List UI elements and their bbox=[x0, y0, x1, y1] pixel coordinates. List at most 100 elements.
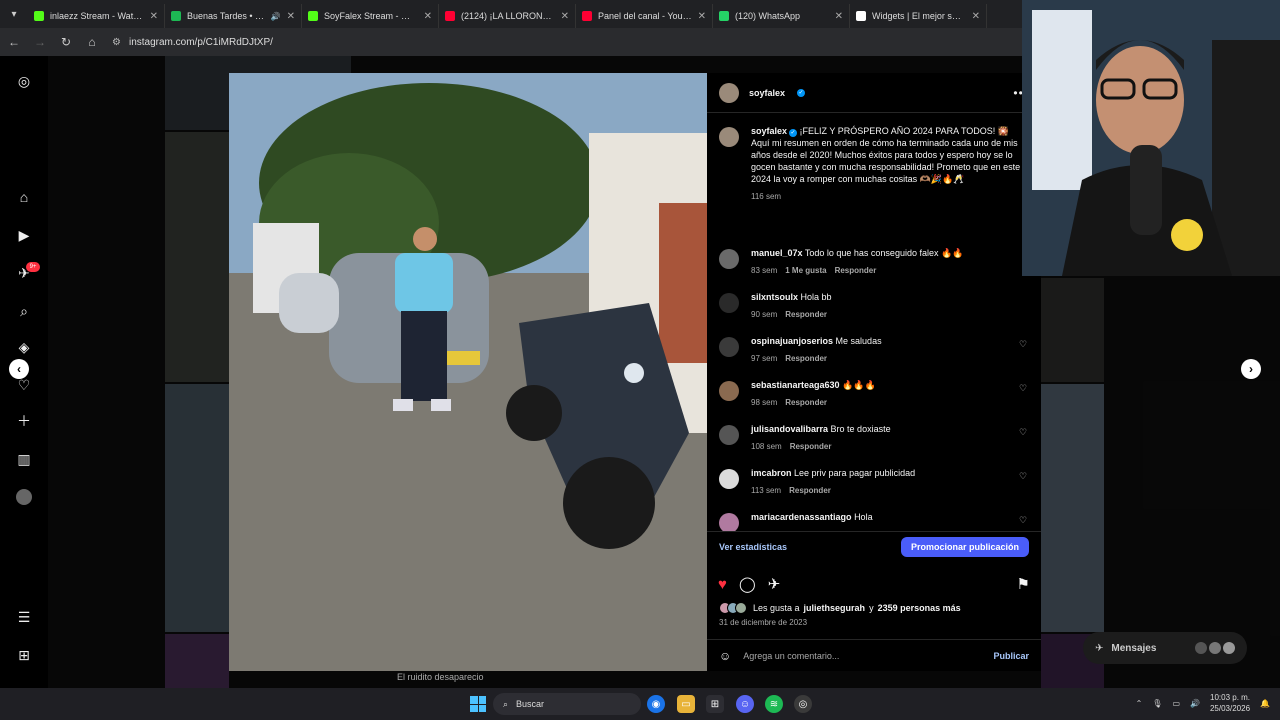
commenter-avatar[interactable] bbox=[719, 381, 739, 401]
author-avatar[interactable] bbox=[719, 127, 739, 147]
comment-username[interactable]: manuel_07x bbox=[751, 248, 803, 258]
comment-like-heart-icon[interactable]: ♡ bbox=[1019, 339, 1029, 365]
home-icon[interactable]: ⌂ bbox=[15, 188, 33, 206]
tab-close-icon[interactable]: ✕ bbox=[150, 11, 158, 22]
url-text: instagram.com/p/C1iMRdDJtXP/ bbox=[128, 36, 273, 48]
forward-arrow-icon[interactable]: → bbox=[34, 35, 46, 49]
like-heart-icon[interactable]: ♥ bbox=[718, 576, 727, 593]
author-username[interactable]: soyfalex bbox=[749, 88, 785, 98]
browser-tab[interactable]: (120) WhatsApp ✕ bbox=[713, 4, 850, 28]
commenter-avatar[interactable] bbox=[719, 513, 739, 531]
comment-time: 113 sem bbox=[751, 486, 782, 495]
obs-icon[interactable]: ◎ bbox=[794, 695, 812, 713]
comment-row: ospinajuanjoserios Me saludas 97 sem Respo… bbox=[719, 335, 1029, 365]
address-bar[interactable]: ⚙ instagram.com/p/C1iMRdDJtXP/ bbox=[112, 31, 273, 53]
browser-tab[interactable]: inlaezz Stream - Watch Li ✕ bbox=[28, 4, 165, 28]
comment-username[interactable]: imcabron bbox=[751, 468, 792, 478]
windows-start-icon[interactable] bbox=[470, 696, 486, 712]
microsoft-store-icon[interactable]: ⊞ bbox=[706, 695, 724, 713]
comment-body: manuel_07x Todo lo que has conseguido fa… bbox=[751, 247, 1029, 277]
file-explorer-icon[interactable]: ▭ bbox=[677, 695, 695, 713]
comment-input[interactable]: Agrega un comentario... bbox=[743, 651, 981, 661]
comment-username[interactable]: silxntsoulx bbox=[751, 292, 798, 302]
network-icon[interactable]: ▭ bbox=[1172, 699, 1180, 708]
commenter-avatar[interactable] bbox=[719, 337, 739, 357]
comment-reply-link[interactable]: Responder bbox=[785, 309, 827, 321]
comment-like-heart-icon[interactable]: ♡ bbox=[1019, 471, 1029, 497]
commenter-avatar[interactable] bbox=[719, 249, 739, 269]
reels-icon[interactable]: ▶ bbox=[15, 226, 33, 244]
discord-icon[interactable]: ☺ bbox=[736, 695, 754, 713]
comment-like-heart-icon[interactable]: ♡ bbox=[1019, 383, 1029, 409]
next-post-arrow-icon[interactable]: › bbox=[1241, 359, 1261, 379]
tab-close-icon[interactable]: ✕ bbox=[287, 11, 295, 22]
tab-close-icon[interactable]: ✕ bbox=[972, 11, 980, 22]
clock[interactable]: 10:03 p. m. 25/03/2026 bbox=[1210, 692, 1250, 714]
site-info-icon[interactable]: ⚙ bbox=[112, 37, 121, 48]
likes-user[interactable]: juliethsegurah bbox=[804, 603, 866, 613]
back-arrow-icon[interactable]: ← bbox=[8, 35, 20, 49]
comment-reply-link[interactable]: Responder bbox=[785, 397, 827, 409]
instagram-logo-icon[interactable]: ◎ bbox=[15, 72, 33, 90]
webcam-streamer-illustration bbox=[1022, 0, 1280, 276]
likes-count[interactable]: 2359 personas más bbox=[878, 603, 961, 613]
reload-icon[interactable]: ↻ bbox=[60, 35, 72, 49]
promote-post-button[interactable]: Promocionar publicación bbox=[900, 536, 1029, 557]
comment-reply-link[interactable]: Responder bbox=[789, 485, 831, 497]
publish-comment-button[interactable]: Publicar bbox=[993, 651, 1029, 661]
browser-tab[interactable]: Buenas Tardes • Dior 🔊 ✕ bbox=[165, 4, 302, 28]
comment-like-heart-icon[interactable]: ♡ bbox=[1019, 515, 1029, 531]
chrome-icon[interactable]: ◉ bbox=[647, 695, 665, 713]
previous-post-arrow-icon[interactable]: ‹ bbox=[9, 359, 29, 379]
commenter-avatar[interactable] bbox=[719, 469, 739, 489]
tab-close-icon[interactable]: ✕ bbox=[424, 11, 432, 22]
tab-close-icon[interactable]: ✕ bbox=[561, 11, 569, 22]
caption-author[interactable]: soyfalex bbox=[751, 126, 787, 136]
tab-close-icon[interactable]: ✕ bbox=[835, 11, 843, 22]
save-bookmark-icon[interactable]: ⚑ bbox=[1017, 575, 1030, 593]
messages-launcher[interactable]: ✈ Mensajes bbox=[1083, 632, 1247, 664]
profile-avatar[interactable] bbox=[15, 488, 33, 506]
post-photo[interactable] bbox=[229, 73, 707, 671]
emoji-smiley-icon[interactable]: ☺ bbox=[719, 649, 731, 663]
microphone-icon[interactable]: 🎙 bbox=[1152, 699, 1162, 708]
threads-apps-icon[interactable]: ⊞ bbox=[15, 646, 33, 664]
create-plus-icon[interactable]: ＋ bbox=[15, 412, 33, 430]
explore-icon[interactable]: ◈ bbox=[15, 338, 33, 356]
comment-reply-link[interactable]: Responder bbox=[835, 265, 877, 277]
comment-likes[interactable]: 1 Me gusta bbox=[785, 265, 826, 277]
dashboard-icon[interactable]: ▥ bbox=[15, 450, 33, 468]
browser-tab[interactable]: Widgets | El mejor softw ✕ bbox=[850, 4, 987, 28]
commenter-avatar[interactable] bbox=[719, 293, 739, 313]
comment-username[interactable]: julisandovalibarra bbox=[751, 424, 828, 434]
tab-search-chevron-icon[interactable]: ▾ bbox=[0, 0, 28, 28]
taskbar-search[interactable]: ⌕ Buscar bbox=[493, 693, 641, 715]
comment-like-heart-icon[interactable]: ♡ bbox=[1019, 427, 1029, 453]
comment-username[interactable]: ospinajuanjoserios bbox=[751, 336, 833, 346]
comment-reply-link[interactable]: Responder bbox=[785, 353, 827, 365]
commenter-avatar[interactable] bbox=[719, 425, 739, 445]
tab-close-icon[interactable]: ✕ bbox=[698, 11, 706, 22]
home-icon[interactable]: ⌂ bbox=[86, 35, 98, 49]
comments-list[interactable]: soyfalex ✓ ¡FELIZ Y PRÓSPERO AÑO 2024 PAR… bbox=[707, 113, 1041, 531]
browser-tab[interactable]: SoyFalex Stream - Watch ✕ bbox=[302, 4, 439, 28]
comment-time: 108 sem bbox=[751, 442, 782, 451]
tab-audio-icon[interactable]: 🔊 bbox=[271, 12, 281, 21]
volume-icon[interactable]: 🔊 bbox=[1190, 699, 1200, 708]
browser-tab[interactable]: Panel del canal - YouTube ✕ bbox=[576, 4, 713, 28]
more-menu-icon[interactable]: ☰ bbox=[15, 608, 33, 626]
comment-username[interactable]: sebastianarteaga630 bbox=[751, 380, 840, 390]
comment-reply-link[interactable]: Responder bbox=[790, 441, 832, 453]
spotify-icon[interactable]: ≋ bbox=[765, 695, 783, 713]
author-avatar[interactable] bbox=[719, 82, 739, 103]
browser-tab[interactable]: (2124) ¡LA LLORONA EN ✕ bbox=[439, 4, 576, 28]
comment-username[interactable]: mariacardenassantiago bbox=[751, 512, 852, 522]
share-paper-plane-icon[interactable]: ✈ bbox=[768, 575, 781, 593]
comment-bubble-icon[interactable]: ◯ bbox=[739, 575, 756, 593]
likes-prefix: Les gusta a bbox=[753, 603, 800, 613]
search-icon[interactable]: ⌕ bbox=[15, 302, 33, 320]
tray-overflow-chevron-icon[interactable]: ⌃ bbox=[1136, 699, 1143, 708]
comment-row: julisandovalibarra Bro te doxiaste 108 se… bbox=[719, 423, 1029, 453]
view-insights-link[interactable]: Ver estadísticas bbox=[719, 542, 787, 552]
notification-bell-icon[interactable]: 🔔 bbox=[1260, 699, 1270, 708]
